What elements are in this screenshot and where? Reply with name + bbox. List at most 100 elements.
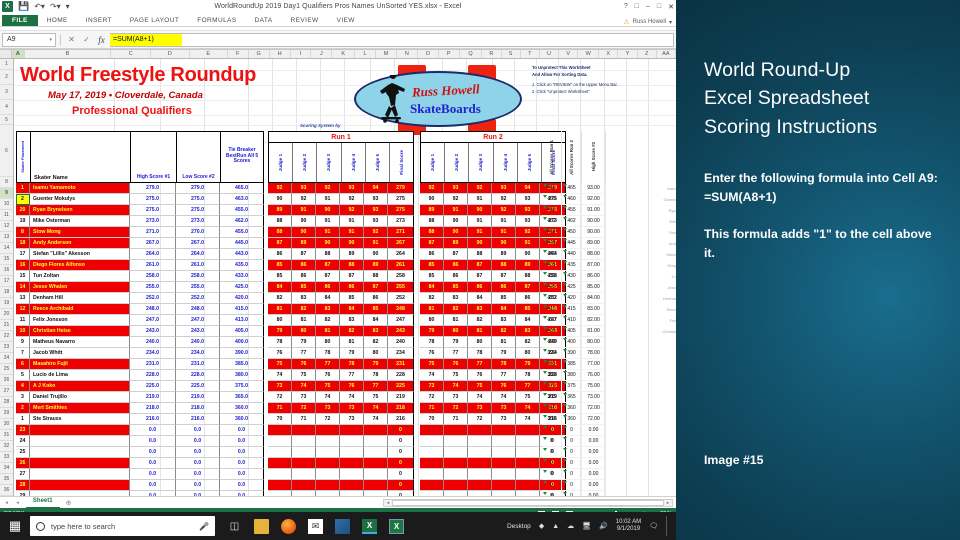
column-header-D[interactable]: D	[151, 50, 190, 58]
row-header[interactable]: 21	[0, 320, 13, 331]
cell-low-score-2[interactable]: 0.0	[176, 436, 220, 447]
cell-skater-name[interactable]	[30, 491, 130, 496]
cell-tie-breaker[interactable]: 443.0	[220, 249, 264, 260]
cell-run1-judge-4[interactable]	[340, 458, 364, 469]
cell-high-score-3[interactable]: 73.00	[582, 392, 606, 403]
cell-run1-judge-2[interactable]	[292, 425, 316, 436]
cell-all-scores-run-1[interactable]: 0	[542, 469, 562, 480]
cell-run1-judge-2[interactable]	[292, 458, 316, 469]
excel-icon[interactable]: X	[362, 518, 377, 534]
cell-run2-judge-2[interactable]: 92	[444, 194, 468, 205]
cell-run2-judge-1[interactable]	[420, 425, 444, 436]
cell-tie-breaker[interactable]: 0.0	[220, 436, 264, 447]
cell-run1-judge-2[interactable]: 89	[292, 238, 316, 249]
cell-all-scores-run-1[interactable]: 380	[542, 370, 562, 381]
cell-high-score-1[interactable]: 252.0	[130, 293, 176, 304]
table-row[interactable]: 28 0.0 0.0 0.0 0 0	[16, 480, 566, 491]
cell-run2-judge-5[interactable]: 77	[516, 381, 540, 392]
cell-all-scores-run-1[interactable]: 435	[542, 260, 562, 271]
cell-low-score-2[interactable]: 231.0	[176, 359, 220, 370]
network-icon[interactable]: 🖥	[582, 522, 591, 530]
cell-run1-final[interactable]: 248	[388, 304, 414, 315]
cell-placement[interactable]: 12	[16, 304, 30, 315]
cell-run1-judge-1[interactable]	[268, 469, 292, 480]
cell-skater-name[interactable]: Christian Heise	[30, 326, 130, 337]
cell-run2-judge-2[interactable]: 86	[444, 271, 468, 282]
table-row[interactable]: 11 Felix Jonsson 247.0 247.0 413.0 80 81 82 83 84…	[16, 315, 566, 326]
column-header-X[interactable]: X	[599, 50, 619, 58]
cell-run1-judge-3[interactable]: 83	[316, 304, 340, 315]
cell-run1-final[interactable]: 231	[388, 359, 414, 370]
cell-tie-breaker[interactable]: 0.0	[220, 447, 264, 458]
window-controls[interactable]: ? □ – □ ✕	[624, 3, 674, 11]
cell-tie-breaker[interactable]: 0.0	[220, 425, 264, 436]
cell-run1-judge-5[interactable]: 87	[364, 282, 388, 293]
sheet-tab-bar[interactable]: ◄ ◄ Sheet1 ⊕ ◄ ►	[0, 496, 676, 509]
cell-run2-judge-2[interactable]: 91	[444, 205, 468, 216]
cell-all-scores-run-1[interactable]: 385	[542, 359, 562, 370]
table-row[interactable]: 7 Jacob Whitt 234.0 234.0 390.0 76 77 78 79 80 234…	[16, 348, 566, 359]
cell-run2-judge-2[interactable]: 93	[444, 183, 468, 194]
cell-low-score-2[interactable]: 248.0	[176, 304, 220, 315]
cell-run1-judge-2[interactable]: 81	[292, 315, 316, 326]
cell-run1-judge-2[interactable]: 87	[292, 249, 316, 260]
cell-run1-judge-3[interactable]	[316, 480, 340, 491]
cell-tie-breaker[interactable]: 435.0	[220, 260, 264, 271]
cell-low-score-2[interactable]: 219.0	[176, 392, 220, 403]
cell-run1-judge-3[interactable]: 92	[316, 183, 340, 194]
cell-run2-judge-3[interactable]: 92	[468, 183, 492, 194]
formula-input[interactable]: =SUM(A8+1)	[110, 32, 674, 47]
cell-run1-judge-1[interactable]: 78	[268, 337, 292, 348]
cell-run1-final[interactable]: 247	[388, 315, 414, 326]
cell-run1-judge-2[interactable]: 71	[292, 414, 316, 425]
sign-in-area[interactable]: ⚠ Russ Howell ▾	[623, 18, 676, 26]
cell-low-score-2[interactable]: 261.0	[176, 260, 220, 271]
cell-run2-judge-2[interactable]: 72	[444, 403, 468, 414]
cell-run1-judge-3[interactable]: 80	[316, 337, 340, 348]
cell-run1-final[interactable]: 0	[388, 458, 414, 469]
aux-row[interactable]: 435 435 87.00	[542, 260, 606, 271]
cell-placement[interactable]: 7	[16, 348, 30, 359]
cell-placement[interactable]: 16	[16, 260, 30, 271]
cell-low-score-2[interactable]: 255.0	[176, 282, 220, 293]
firefox-icon[interactable]	[281, 518, 296, 534]
cell-tie-breaker[interactable]: 390.0	[220, 348, 264, 359]
cell-all-scores-run-2[interactable]: 450	[562, 227, 582, 238]
cell-run2-judge-5[interactable]	[516, 469, 540, 480]
cell-run2-judge-4[interactable]: 92	[492, 194, 516, 205]
cell-all-scores-run-2[interactable]: 400	[562, 337, 582, 348]
cell-run2-judge-2[interactable]: 80	[444, 326, 468, 337]
cell-run2-judge-1[interactable]: 92	[420, 183, 444, 194]
close-icon[interactable]: ✕	[668, 3, 674, 11]
table-row[interactable]: 20 Ryan Brynelson 275.0 275.0 455.0 89 91 90 92 9…	[16, 205, 566, 216]
cell-run2-judge-1[interactable]: 76	[420, 348, 444, 359]
cell-run1-judge-4[interactable]: 92	[340, 205, 364, 216]
cell-run2-judge-4[interactable]: 85	[492, 293, 516, 304]
cell-high-score-1[interactable]: 0.0	[130, 447, 176, 458]
cell-low-score-2[interactable]: 240.0	[176, 337, 220, 348]
cell-placement[interactable]: 25	[16, 447, 30, 458]
row-header[interactable]: 35	[0, 474, 13, 485]
cell-run1-final[interactable]: 255	[388, 282, 414, 293]
cell-skater-name[interactable]	[30, 469, 130, 480]
cell-tie-breaker[interactable]: 375.0	[220, 381, 264, 392]
cell-run2-judge-5[interactable]: 92	[516, 227, 540, 238]
column-header-M[interactable]: M	[376, 50, 397, 58]
table-row[interactable]: 12 Reece Archibald 248.0 248.0 415.0 81 82 83 84…	[16, 304, 566, 315]
cell-high-score-3[interactable]: 72.00	[582, 403, 606, 414]
cell-placement[interactable]: 2	[16, 194, 30, 205]
cell-all-scores-run-2[interactable]: 462	[562, 216, 582, 227]
cell-run1-judge-5[interactable]: 74	[364, 403, 388, 414]
cell-run2-judge-2[interactable]: 81	[444, 315, 468, 326]
cell-high-score-3[interactable]: 77.00	[582, 359, 606, 370]
cell-run2-judge-2[interactable]: 83	[444, 293, 468, 304]
cell-all-scores-run-2[interactable]: 420	[562, 293, 582, 304]
cell-run1-judge-4[interactable]: 73	[340, 414, 364, 425]
cell-run1-judge-2[interactable]: 90	[292, 227, 316, 238]
clock[interactable]: 10:02 AM 9/1/2019	[616, 519, 641, 534]
cell-run1-judge-2[interactable]: 86	[292, 271, 316, 282]
cell-run2-judge-3[interactable]: 91	[468, 216, 492, 227]
cell-run1-judge-5[interactable]: 88	[364, 271, 388, 282]
cell-placement[interactable]: 1	[16, 414, 30, 425]
check-icon[interactable]: ✓	[80, 35, 93, 44]
